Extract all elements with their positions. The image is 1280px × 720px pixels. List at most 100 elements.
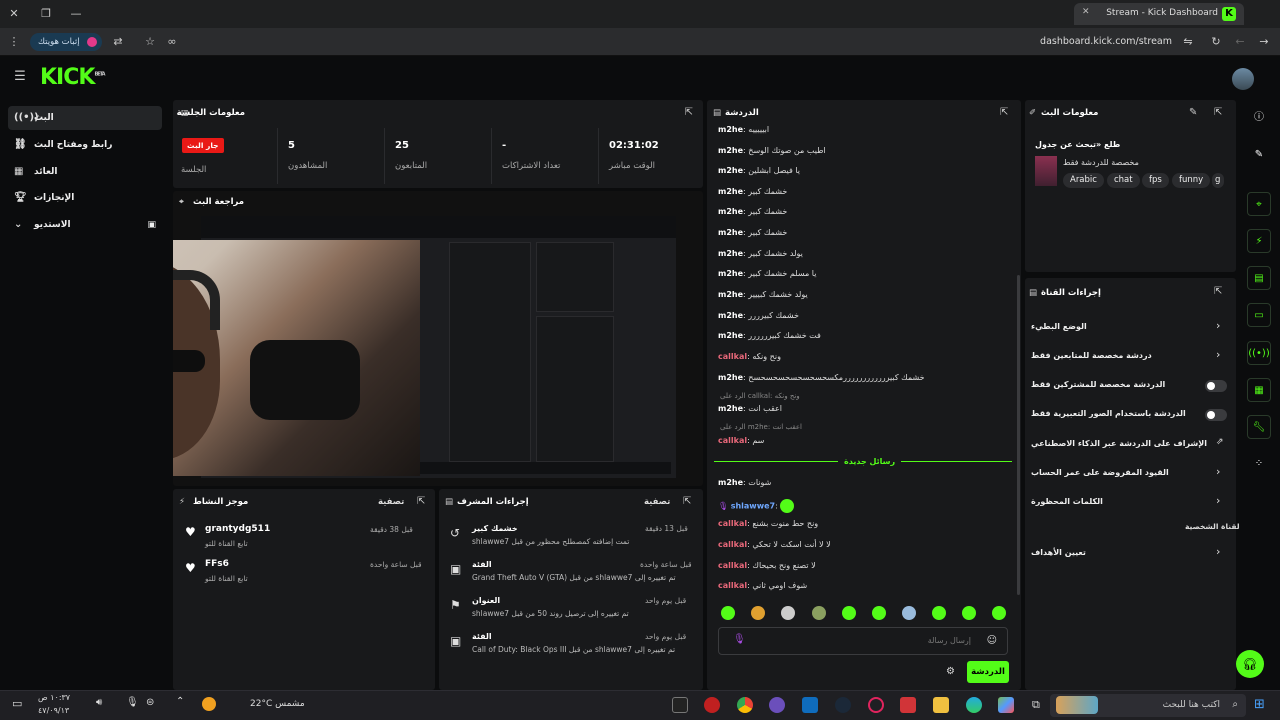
close-window-icon[interactable]: ✕ [6, 6, 22, 22]
copilot-icon[interactable] [998, 697, 1014, 713]
chat-message[interactable]: callkal: لا تصنع ونح بحيحاك [718, 561, 816, 570]
chat-message[interactable]: m2he: خشمك كبير [718, 207, 787, 216]
emote-icon[interactable] [932, 606, 946, 620]
chat-message[interactable]: m2he: ابيييييه [718, 125, 769, 134]
expand-icon[interactable]: ⇱ [683, 496, 691, 507]
activity-filter-button[interactable]: تصفية [378, 497, 404, 507]
channel-action-row[interactable]: الكلمات المحظورة [1031, 497, 1103, 506]
focus-icon[interactable]: ⌖ [1247, 192, 1271, 216]
stream-tag[interactable]: funny [1172, 173, 1211, 188]
forward-icon[interactable]: ← [1232, 34, 1248, 50]
weather-text[interactable]: 22°C مشمس [250, 699, 305, 709]
network-icon[interactable]: ⊜ [146, 697, 154, 708]
chat-bubble-icon[interactable]: ▭ [1247, 303, 1271, 327]
channel-action-row[interactable]: القيود المفروضة على عمر الحساب [1031, 468, 1169, 477]
emote-icon[interactable] [781, 606, 795, 620]
emote-icon[interactable] [751, 606, 765, 620]
channel-action-row[interactable]: تعيين الأهداف [1031, 548, 1086, 557]
expand-icon[interactable]: ⇱ [1214, 286, 1222, 297]
info-icon[interactable]: ⓘ [1247, 106, 1271, 130]
microphone-tray-icon[interactable]: 🎙︎ [126, 697, 139, 708]
chat-message[interactable]: m2he: اعقب انت [718, 404, 782, 413]
chat-message[interactable]: m2he: خشمك كبيررررررررررررمكسحسحسحسحسحسح… [718, 373, 925, 382]
reader-glasses-icon[interactable]: ∞ [164, 34, 180, 50]
emote-icon[interactable] [992, 606, 1006, 620]
external-link-icon[interactable]: ⇗ [1216, 437, 1224, 447]
chat-message[interactable]: callkal: ونح ونكه [718, 352, 781, 361]
reload-icon[interactable]: ↻ [1208, 34, 1224, 50]
file-explorer-icon[interactable] [933, 697, 949, 713]
epic-games-icon[interactable] [672, 697, 688, 713]
edit-icon[interactable]: ✎ [1247, 143, 1271, 167]
emote-icon[interactable] [872, 606, 886, 620]
mic-icon[interactable]: 🎙︎ [733, 634, 746, 645]
hamburger-menu-icon[interactable]: ☰ [12, 69, 28, 85]
identity-verify-pill[interactable]: إثبات هويتك [30, 33, 102, 51]
channel-action-row[interactable]: الوضع البطيء [1031, 322, 1087, 331]
chrome-icon[interactable] [737, 697, 753, 713]
chevron-right-icon[interactable]: › [1216, 545, 1220, 558]
sidebar-item-studio[interactable]: ⌄ الاستديو ▣ [8, 213, 162, 237]
document-icon[interactable]: ▤ [1247, 266, 1271, 290]
site-settings-icon[interactable]: ⇋ [1180, 34, 1196, 50]
chat-message[interactable]: callkal: لا لا أنت اسكت لا تحكي [718, 540, 831, 549]
emote-only-toggle[interactable] [1205, 409, 1227, 421]
taskbar-search[interactable]: ⌕ اكتب هنا للبحث [1050, 694, 1246, 717]
user-avatar[interactable] [1232, 68, 1254, 90]
opera-icon[interactable] [868, 697, 884, 713]
chat-message[interactable]: m2he: يولد خشمك كبييير [718, 290, 808, 299]
minimize-window-icon[interactable]: — [68, 6, 84, 22]
channel-action-row[interactable]: دردشة مخصصة للمتابعين فقط [1031, 351, 1152, 360]
chevron-right-icon[interactable]: › [1216, 494, 1220, 507]
chat-input[interactable]: 🎙︎ إرسال رسالة ☺ [718, 627, 1008, 655]
volume-icon[interactable]: 🔊︎ [96, 697, 102, 708]
chat-message[interactable]: m2he: فت خشمك كبيرررررر [718, 331, 821, 340]
chat-message[interactable]: m2he: خشمك كبيرررر [718, 311, 799, 320]
stream-tag[interactable]: Arabic [1063, 173, 1104, 188]
chevron-right-icon[interactable]: › [1216, 319, 1220, 332]
bookmark-star-icon[interactable]: ☆ [142, 34, 158, 50]
kick-logo[interactable]: KICKBETA [40, 65, 106, 90]
clock-time[interactable]: ١٠:٣٧ ص [38, 693, 70, 702]
chat-settings-gear-icon[interactable]: ⚙ [946, 666, 955, 677]
restore-window-icon[interactable]: ❐ [38, 6, 54, 22]
app-icon[interactable] [769, 697, 785, 713]
chat-message[interactable]: m2he: يا فيصل ابشلين [718, 166, 800, 175]
notification-icon[interactable]: ▭ [12, 697, 22, 710]
emote-icon[interactable] [962, 606, 976, 620]
chat-message[interactable]: m2he: يا مسلم خشمك كبير [718, 269, 816, 278]
windows-start-icon[interactable]: ⊞ [1254, 697, 1265, 712]
chat-message[interactable]: m2he: خشمك كبير [718, 228, 787, 237]
chat-message[interactable]: 🎙︎ shlawwe7: [718, 499, 795, 513]
send-chat-button[interactable]: الدردشة [967, 661, 1009, 683]
emoji-icon[interactable]: ☺ [987, 635, 997, 646]
task-view-icon[interactable]: ⧉ [1032, 698, 1040, 712]
sidebar-item-stream-key[interactable]: ⛓ رابط ومفتاح البث [8, 133, 162, 157]
category-name[interactable]: مخصصة للدردشة فقط [1063, 158, 1139, 167]
store-icon[interactable] [900, 697, 916, 713]
support-headset-icon[interactable]: 🎧︎ [1236, 650, 1264, 678]
chevron-right-icon[interactable]: › [1216, 465, 1220, 478]
broadcast-rail-icon[interactable]: ((•)) [1247, 341, 1271, 365]
wrench-icon[interactable]: 🔧︎ [1247, 415, 1271, 439]
sidebar-item-revenue[interactable]: ▦ العائد [8, 160, 162, 184]
tab-close-icon[interactable]: ✕ [1082, 7, 1090, 17]
expand-icon[interactable]: ⇱ [417, 496, 425, 507]
chat-message[interactable]: callkal: سم [718, 436, 764, 445]
mod-filter-button[interactable]: تصفية [644, 497, 670, 507]
chat-message[interactable]: callkal: شوف اومي ثاني [718, 581, 807, 590]
menu-dots-icon[interactable]: ⋮ [6, 34, 22, 50]
back-icon[interactable]: → [1256, 34, 1272, 50]
chat-message[interactable]: m2he: شونات [718, 478, 771, 487]
layout-icon[interactable]: ▦ [1247, 378, 1271, 402]
browser-tab[interactable]: ✕ Stream - Kick Dashboard K [1074, 3, 1244, 25]
category-thumbnail[interactable] [1035, 156, 1057, 186]
activity-user[interactable]: grantydg511 [205, 524, 270, 534]
subscribers-only-toggle[interactable] [1205, 380, 1227, 392]
chevron-right-icon[interactable]: › [1216, 348, 1220, 361]
add-widget-icon[interactable]: ⁘ [1247, 452, 1271, 476]
stream-tag[interactable]: chat [1107, 173, 1140, 188]
expand-icon[interactable]: ⇱ [1214, 107, 1222, 118]
outlook-icon[interactable] [802, 697, 818, 713]
stream-tag[interactable]: g [1212, 173, 1224, 188]
